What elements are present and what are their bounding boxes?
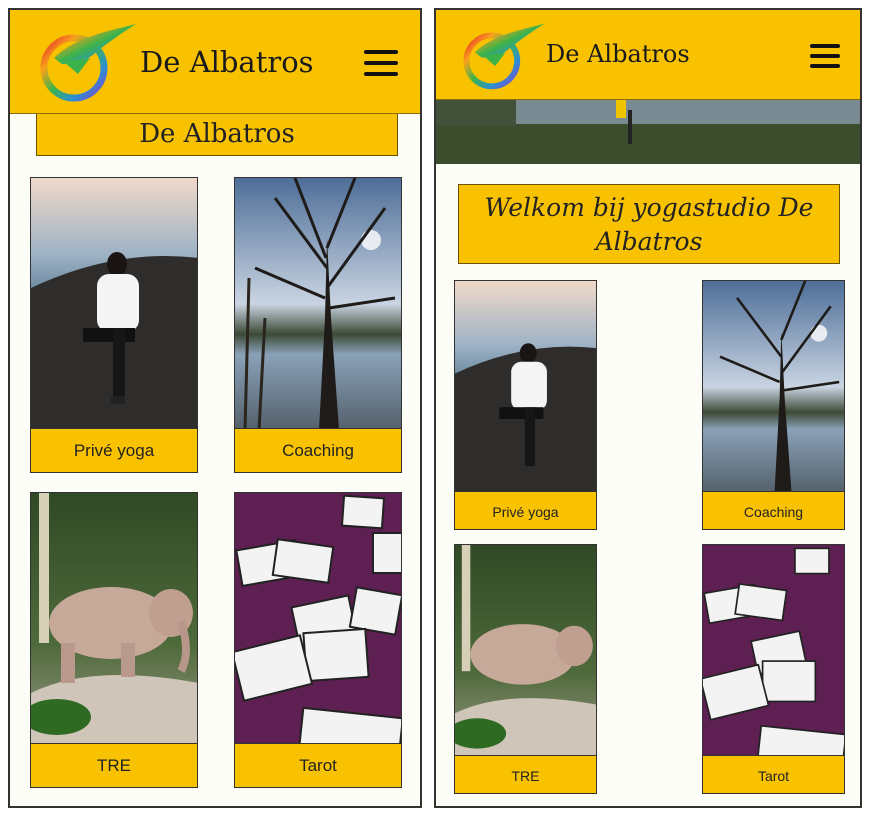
site-header: De Albatros (436, 10, 860, 100)
card-coaching[interactable]: Coaching (702, 280, 845, 530)
hamburger-menu-icon[interactable] (364, 50, 398, 83)
albatros-logo-icon[interactable] (458, 18, 546, 92)
card-label[interactable]: TRE (455, 755, 596, 793)
hamburger-menu-icon[interactable] (810, 44, 840, 74)
elephant-photo (455, 545, 596, 757)
yoga-beach-photo (455, 281, 596, 493)
card-label[interactable]: TRE (31, 743, 197, 787)
card-tre[interactable]: TRE (30, 492, 198, 788)
mobile-screen-left: De Albatros De Albatros Privé yoga Coach… (8, 8, 422, 808)
brand-name[interactable]: De Albatros (140, 45, 314, 79)
tree-lake-photo (235, 178, 401, 430)
card-label[interactable]: Coaching (235, 428, 401, 472)
card-tre[interactable]: TRE (454, 544, 597, 794)
card-label[interactable]: Privé yoga (455, 491, 596, 529)
welcome-banner: Welkom bij yogastudio De Albatros (458, 184, 840, 264)
page-title-banner: De Albatros (36, 114, 398, 156)
card-prive-yoga[interactable]: Privé yoga (454, 280, 597, 530)
card-label[interactable]: Privé yoga (31, 428, 197, 472)
yoga-lake-photo (436, 100, 860, 164)
site-header: De Albatros (10, 10, 420, 114)
tarot-cards-photo (235, 493, 401, 745)
albatros-logo-icon[interactable] (34, 18, 138, 104)
elephant-photo (31, 493, 197, 745)
card-label[interactable]: Coaching (703, 491, 844, 529)
tarot-cards-photo (703, 545, 844, 757)
card-tarot[interactable]: Tarot (234, 492, 402, 788)
yoga-beach-photo (31, 178, 197, 430)
card-label[interactable]: Tarot (235, 743, 401, 787)
card-label[interactable]: Tarot (703, 755, 844, 793)
card-coaching[interactable]: Coaching (234, 177, 402, 473)
brand-name[interactable]: De Albatros (546, 40, 690, 68)
mobile-screen-right: De Albatros Welkom bij yogastudio De Alb… (434, 8, 862, 808)
card-tarot[interactable]: Tarot (702, 544, 845, 794)
card-prive-yoga[interactable]: Privé yoga (30, 177, 198, 473)
tree-lake-photo (703, 281, 844, 493)
